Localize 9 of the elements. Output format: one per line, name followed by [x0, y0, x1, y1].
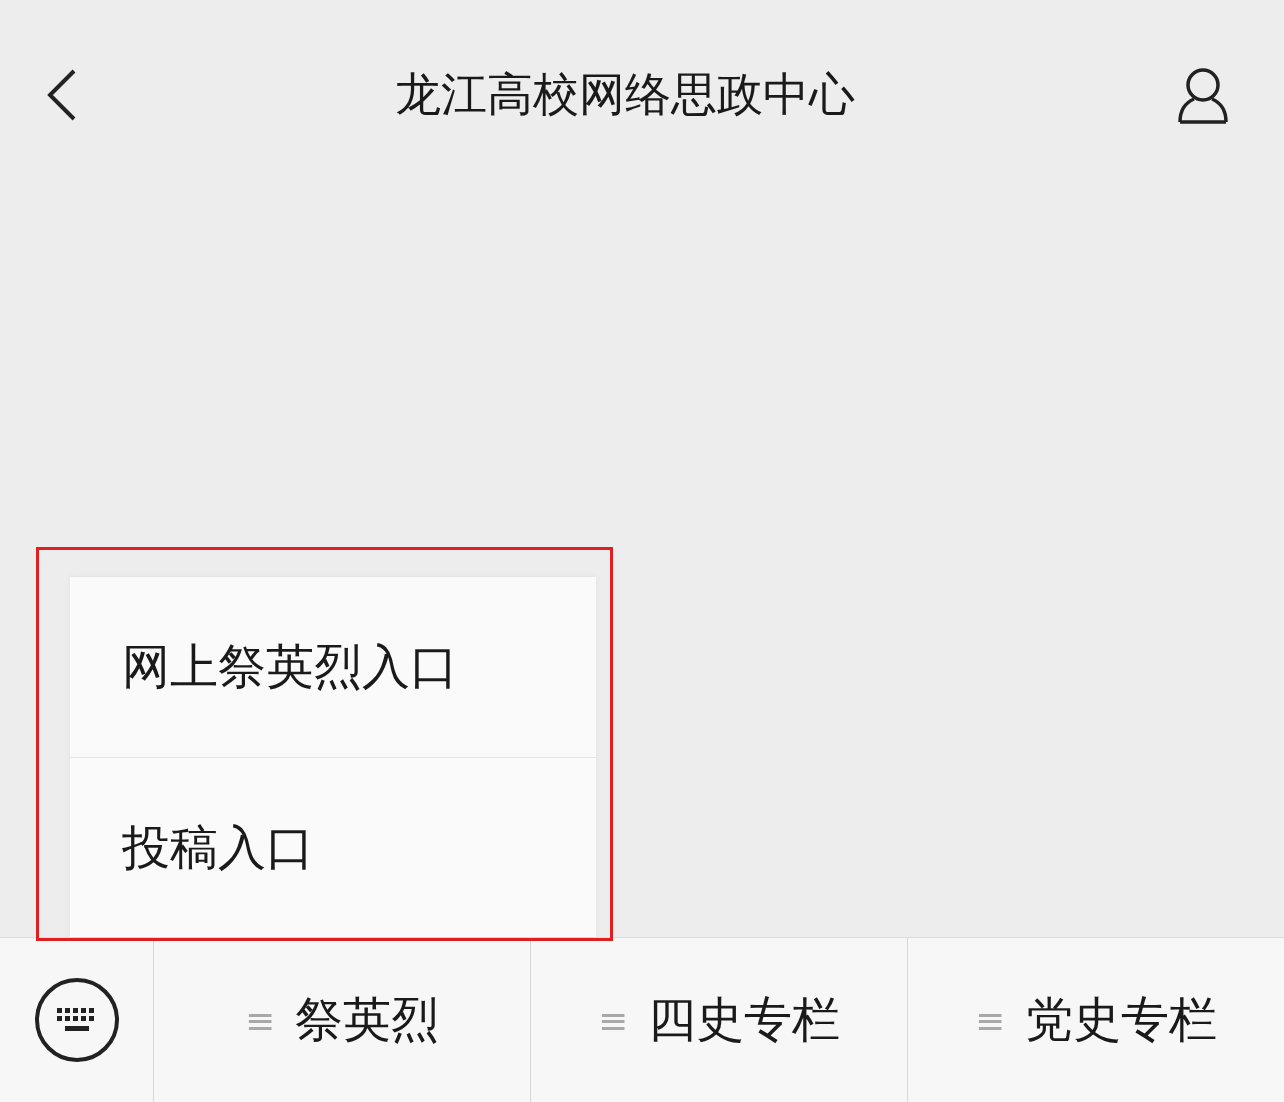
- menu-icon: ≡: [244, 999, 276, 1041]
- menu-item[interactable]: 网上祭英烈入口: [70, 577, 596, 757]
- keyboard-icon: [32, 976, 121, 1064]
- tab-label: 四史专栏: [648, 990, 841, 1049]
- tab-label: 祭英烈: [295, 990, 440, 1049]
- menu-icon: ≡: [974, 999, 1006, 1041]
- menu-icon: ≡: [597, 999, 629, 1041]
- tab-label: 党史专栏: [1025, 990, 1218, 1049]
- window-title: 龙江高校网络思政中心: [395, 66, 855, 123]
